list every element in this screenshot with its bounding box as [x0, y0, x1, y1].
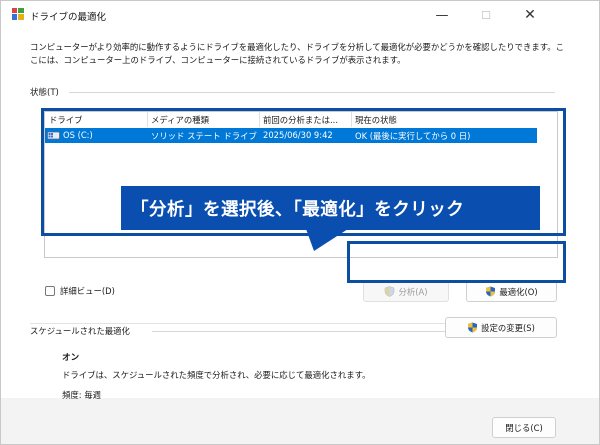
schedule-frequency: 頻度: 毎週: [62, 390, 101, 400]
uac-shield-icon: [486, 286, 496, 297]
column-separator: [351, 112, 352, 127]
drive-icon: [47, 131, 60, 140]
close-icon: ✕: [524, 7, 536, 23]
close-button[interactable]: 閉じる(C): [492, 417, 556, 438]
instruction-callout: 「分析」を選択後、「最適化」をクリック: [121, 186, 540, 230]
status-divider: [69, 92, 555, 93]
column-separator: [259, 112, 260, 127]
column-header-status[interactable]: 現在の状態: [355, 114, 397, 126]
analyze-button-label: 分析(A): [398, 286, 428, 297]
analyze-button[interactable]: 分析(A): [363, 281, 449, 302]
minimize-icon: —: [435, 7, 449, 23]
schedule-state: オン: [62, 353, 80, 363]
cell-media: ソリッド ステート ドライブ: [151, 131, 257, 141]
callout-pointer: [306, 229, 348, 251]
detail-view-label[interactable]: 詳細ビュー(D): [60, 285, 115, 297]
close-button-label: 閉じる(C): [505, 422, 543, 433]
change-settings-button[interactable]: 設定の変更(S): [445, 317, 557, 338]
optimize-button-label: 最適化(O): [499, 286, 538, 297]
status-section-label: 状態(T): [30, 88, 59, 98]
schedule-section-label: スケジュールされた最適化: [30, 326, 130, 336]
maximize-icon: ☐: [481, 8, 491, 22]
drive-list[interactable]: ドライブ メディアの種類 前回の分析または... 現在の状態 OS (C:) ソ…: [44, 111, 558, 258]
cell-last-analyzed: 2025/06/30 9:42: [263, 130, 333, 140]
drive-list-header: ドライブ メディアの種類 前回の分析または... 現在の状態: [45, 112, 557, 127]
maximize-button[interactable]: ☐: [464, 1, 508, 29]
callout-text: 「分析」を選択後、「最適化」をクリック: [131, 199, 465, 220]
change-settings-label: 設定の変更(S): [481, 322, 535, 333]
cell-current-status: OK (最後に実行してから 0 日): [355, 131, 471, 141]
uac-shield-icon: [468, 322, 478, 333]
detail-view-checkbox[interactable]: [45, 286, 55, 296]
cell-drive: OS (C:): [63, 130, 93, 140]
window-title: ドライブの最適化: [30, 12, 107, 23]
column-header-drive[interactable]: ドライブ: [49, 114, 83, 126]
uac-shield-icon: [385, 286, 395, 297]
column-header-last-analyzed[interactable]: 前回の分析または...: [263, 114, 338, 126]
description-text: コンピューターがより効率的に動作するようにドライブを最適化したり、ドライブを分析…: [30, 42, 564, 65]
minimize-button[interactable]: —: [420, 1, 464, 29]
column-header-media[interactable]: メディアの種類: [151, 114, 209, 126]
defrag-app-icon: [12, 8, 24, 20]
column-separator: [147, 112, 148, 127]
title-bar[interactable]: ドライブの最適化 — ☐ ✕: [1, 1, 599, 29]
schedule-description: ドライブは、スケジュールされた頻度で分析され、必要に応じて最適化されます。: [62, 370, 371, 380]
close-window-button[interactable]: ✕: [508, 1, 552, 29]
table-row[interactable]: OS (C:) ソリッド ステート ドライブ 2025/06/30 9:42 O…: [45, 128, 537, 143]
optimize-button[interactable]: 最適化(O): [466, 281, 557, 302]
